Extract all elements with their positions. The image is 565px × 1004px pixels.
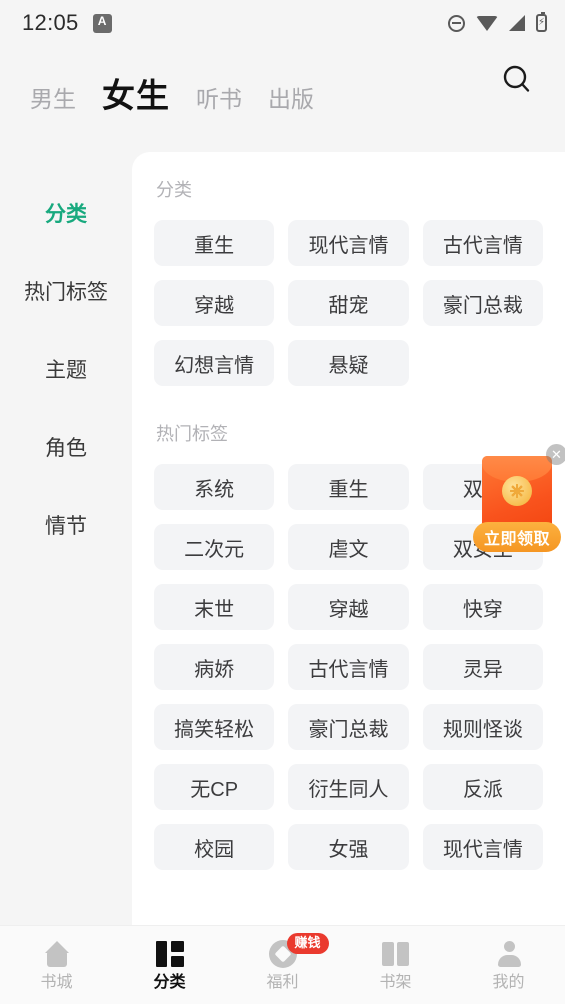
search-button[interactable] — [495, 58, 539, 102]
nav-item-welfare[interactable]: 赚钱 福利 — [226, 933, 339, 991]
section-title-hot-tags: 热门标签 — [156, 424, 228, 444]
chip-item[interactable]: 搞笑轻松 — [154, 704, 275, 750]
tag-panel: 分类 重生 现代言情 古代言情 穿越 甜宠 豪门总裁 幻想言情 悬疑 热门标签 … — [132, 152, 565, 925]
status-bar: 12:05 A ⚡ — [0, 0, 565, 46]
chip-item[interactable]: 无CP — [154, 764, 275, 810]
chip-item[interactable]: 豪门总裁 — [288, 704, 409, 750]
section-title-category: 分类 — [156, 180, 192, 200]
chip-item[interactable]: 重生 — [288, 464, 409, 510]
tab-publish[interactable]: 出版 — [268, 88, 314, 115]
tab-male[interactable]: 男生 — [30, 88, 76, 115]
nav-label: 书城 — [40, 974, 73, 991]
grid-icon — [155, 939, 184, 969]
nav-label: 福利 — [266, 974, 299, 991]
battery-icon: ⚡ — [536, 12, 547, 32]
nav-item-bookstore[interactable]: 书城 — [0, 939, 113, 991]
top-tabs: 男生 女生 听书 出版 — [30, 79, 495, 116]
person-icon — [496, 939, 522, 969]
chip-item[interactable]: 病娇 — [154, 644, 275, 690]
chip-item[interactable]: 豪门总裁 — [422, 280, 543, 326]
status-bar-right: ⚡ — [448, 12, 547, 32]
tab-audiobook[interactable]: 听书 — [196, 88, 242, 115]
bottom-nav-bar: 书城 分类 赚钱 福利 书架 我的 — [0, 925, 565, 1004]
chip-item[interactable]: 系统 — [154, 464, 275, 510]
dnd-icon — [448, 14, 465, 32]
battery-charging-glyph: ⚡ — [537, 17, 546, 28]
nav-label: 书架 — [379, 974, 412, 991]
signal-icon — [509, 15, 525, 31]
sidebar-item-role[interactable]: 角色 — [0, 408, 132, 486]
sidebar-item-hot-tags[interactable]: 热门标签 — [0, 252, 132, 330]
app-screen: 12:05 A ⚡ 男生 女生 听书 出版 分类 热门标签 主题 角色 情节 分… — [0, 0, 565, 1004]
chip-item[interactable]: 现代言情 — [422, 824, 543, 870]
close-icon[interactable]: ✕ — [546, 444, 565, 465]
search-icon — [500, 63, 534, 97]
nav-item-category[interactable]: 分类 — [113, 939, 226, 991]
main-content: 分类 热门标签 主题 角色 情节 分类 重生 现代言情 古代言情 穿越 甜宠 豪… — [0, 152, 565, 925]
chip-item[interactable]: 重生 — [154, 220, 275, 266]
chip-item[interactable]: 古代言情 — [422, 220, 543, 266]
chip-item[interactable]: 现代言情 — [288, 220, 409, 266]
chip-item[interactable]: 二次元 — [154, 524, 275, 570]
sidebar-item-category[interactable]: 分类 — [0, 174, 132, 252]
chip-grid-category: 重生 现代言情 古代言情 穿越 甜宠 豪门总裁 幻想言情 悬疑 — [154, 220, 543, 386]
chip-item[interactable]: 幻想言情 — [154, 340, 275, 386]
nav-label: 我的 — [492, 974, 525, 991]
nav-item-profile[interactable]: 我的 — [452, 939, 565, 991]
nav-item-bookshelf[interactable]: 书架 — [339, 939, 452, 991]
sidebar-item-plot[interactable]: 情节 — [0, 486, 132, 564]
chip-item[interactable]: 女强 — [288, 824, 409, 870]
coin-icon: 赚钱 — [268, 933, 329, 969]
chip-item[interactable]: 规则怪谈 — [422, 704, 543, 750]
chip-item[interactable]: 虐文 — [288, 524, 409, 570]
chip-item[interactable]: 古代言情 — [288, 644, 409, 690]
chip-item[interactable]: 灵异 — [422, 644, 543, 690]
status-bar-left: 12:05 A — [22, 10, 112, 36]
top-nav-bar: 男生 女生 听书 出版 — [0, 46, 565, 122]
chip-item[interactable]: 穿越 — [288, 584, 409, 630]
sidebar-item-theme[interactable]: 主题 — [0, 330, 132, 408]
nav-label: 分类 — [153, 974, 186, 991]
wifi-icon — [476, 15, 498, 31]
envelope-seal-icon — [502, 476, 532, 506]
red-packet-floater[interactable]: ✕ 立即领取 — [473, 444, 565, 552]
chip-item[interactable]: 衍生同人 — [288, 764, 409, 810]
status-time: 12:05 — [22, 10, 79, 35]
status-badge: 赚钱 — [286, 933, 329, 954]
app-badge-icon: A — [92, 13, 112, 33]
chip-item[interactable]: 快穿 — [422, 584, 543, 630]
category-sidebar: 分类 热门标签 主题 角色 情节 — [0, 152, 132, 925]
home-icon — [42, 939, 72, 969]
bookshelf-icon — [381, 939, 410, 969]
chip-item[interactable]: 末世 — [154, 584, 275, 630]
chip-item[interactable]: 反派 — [422, 764, 543, 810]
tab-female[interactable]: 女生 — [102, 79, 170, 116]
chip-item[interactable]: 甜宠 — [288, 280, 409, 326]
chip-item[interactable]: 校园 — [154, 824, 275, 870]
claim-reward-button[interactable]: 立即领取 — [473, 522, 561, 552]
chip-item[interactable]: 悬疑 — [288, 340, 409, 386]
chip-item[interactable]: 穿越 — [154, 280, 275, 326]
